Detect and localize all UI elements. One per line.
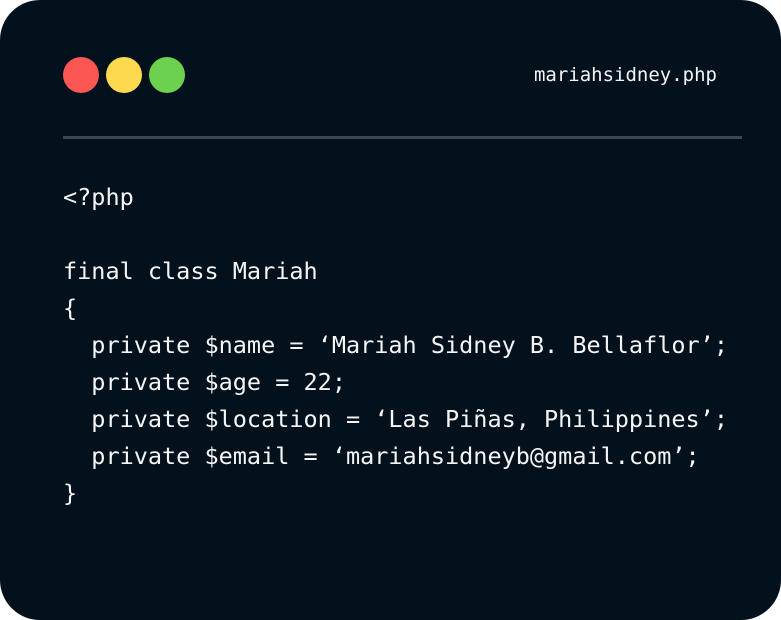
divider — [63, 136, 742, 139]
close-dot-icon[interactable] — [63, 57, 99, 93]
code-line: private $email = ‘mariahsidneyb@gmail.co… — [63, 442, 700, 470]
code-line: private $location = ‘Las Piñas, Philippi… — [63, 405, 728, 433]
code-line: { — [63, 294, 78, 322]
code-window: mariahsidney.php <?php final class Maria… — [0, 0, 781, 620]
code-line: <?php — [63, 183, 134, 211]
minimize-dot-icon[interactable] — [106, 57, 142, 93]
code-line: } — [63, 479, 78, 507]
code-line: private $age = 22; — [63, 368, 346, 396]
file-name: mariahsidney.php — [533, 64, 717, 86]
code-line: final class Mariah — [63, 257, 318, 285]
code-block: <?php final class Mariah { private $name… — [63, 179, 728, 512]
maximize-dot-icon[interactable] — [149, 57, 185, 93]
code-line: private $name = ‘Mariah Sidney B. Bellaf… — [63, 331, 728, 359]
title-bar: mariahsidney.php — [63, 57, 743, 93]
